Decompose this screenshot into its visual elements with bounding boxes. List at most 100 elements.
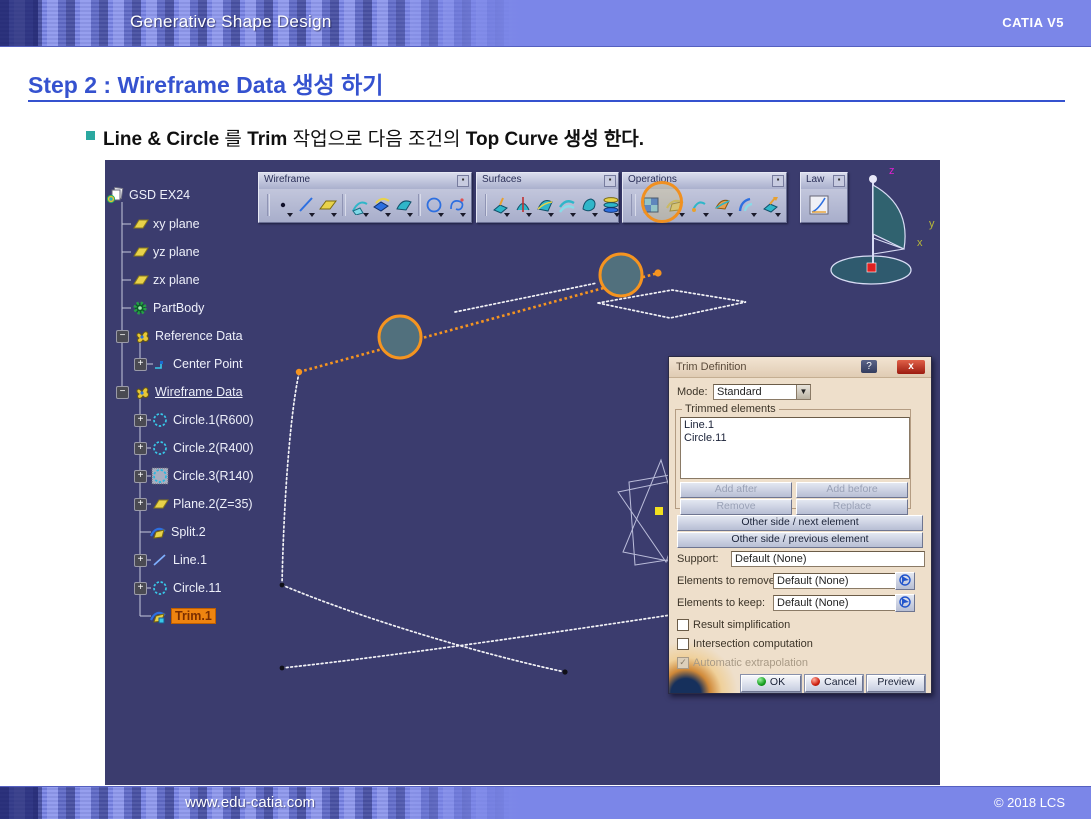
tree-item-partbody[interactable]: PartBody [131,299,204,317]
result-simplification-checkbox[interactable] [677,619,689,631]
tree-label: Wireframe Data [155,385,243,399]
cancel-button[interactable]: Cancel [805,675,863,692]
remove-button[interactable]: Remove [680,499,792,515]
reflect-line-icon[interactable] [394,192,414,218]
tree-label-selected: Trim.1 [171,608,216,624]
chevron-down-icon[interactable]: ▼ [796,385,810,399]
tree-item-split2[interactable]: Split.2 [149,523,206,541]
toolbar-grip[interactable] [485,194,487,216]
viewport-3d[interactable]: z y x GSD EX24 xy plane yz plane zx p [105,160,940,785]
bullet-square-icon [86,131,95,140]
collapse-expander[interactable]: − [116,330,129,343]
tree-item-root[interactable]: GSD EX24 [107,186,190,204]
other-side-previous-button[interactable]: Other side / previous element [677,532,923,548]
toolbar-close-icon[interactable]: ▪ [604,175,616,187]
tree-item-trim1[interactable]: Trim.1 [149,607,216,625]
tree-item-center-point[interactable]: + Center Point [134,355,242,373]
translate-icon[interactable] [760,192,782,218]
cancel-ball-icon [811,677,820,686]
expand-expander[interactable]: + [134,414,147,427]
extrude-icon[interactable] [491,192,511,218]
add-after-button[interactable]: Add after [680,482,792,498]
replace-button[interactable]: Replace [796,499,908,515]
elements-to-remove-field[interactable]: Default (None) [773,573,897,589]
help-button[interactable]: ? [861,360,877,373]
expand-expander[interactable]: + [134,554,147,567]
fill-icon[interactable] [579,192,599,218]
tree-item-wireframe-data[interactable]: − Wireframe Data [116,383,243,401]
compass-y-label: y [929,218,935,230]
revolve-icon[interactable] [513,192,533,218]
projection-curve-icon[interactable] [350,192,370,218]
other-side-next-button[interactable]: Other side / next element [677,515,923,531]
tree-item-zx-plane[interactable]: zx plane [131,271,200,289]
dialog-titlebar[interactable]: Trim Definition ? x [669,357,931,378]
preview-button[interactable]: Preview [867,675,925,692]
tree-label: Split.2 [171,525,206,539]
toolbar-close-icon[interactable]: ▪ [772,175,784,187]
trimmed-elements-list[interactable]: Line.1 Circle.11 [680,417,910,479]
spiral-icon[interactable] [447,192,467,218]
toolbar-grip[interactable] [631,194,636,216]
trim-icon[interactable] [664,192,686,218]
tree-item-xy-plane[interactable]: xy plane [131,215,200,233]
expand-expander[interactable]: + [134,582,147,595]
point-icon[interactable] [274,192,294,218]
toolbar-law[interactable]: Law ▪ [800,172,848,223]
toolbar-operations[interactable]: Operations ▪ [622,172,787,223]
tree-item-circle11[interactable]: + Circle.11 [134,579,221,597]
tree-label: Circle.3(R140) [173,469,254,483]
tree-item-line1[interactable]: + Line.1 [134,551,207,569]
multi-section-icon[interactable] [601,192,621,218]
extract-icon[interactable] [712,192,734,218]
expand-expander[interactable]: + [134,358,147,371]
split-icon [149,523,167,541]
tree-item-circle3[interactable]: + Circle.3(R140) [134,467,254,485]
toolbar-wireframe[interactable]: Wireframe ▪ [258,172,472,223]
tree-item-plane2[interactable]: + Plane.2(Z=35) [134,495,253,513]
automatic-extrapolation-checkbox[interactable]: ✓ [677,657,689,669]
elements-to-keep-field[interactable]: Default (None) [773,595,897,611]
support-field[interactable]: Default (None) [731,551,925,567]
mode-select[interactable]: Standard ▼ [713,384,811,400]
tree-label: Circle.2(R400) [173,441,254,455]
bullet-text: Line & Circle 를 Trim 작업으로 다음 조건의 Top Cur… [103,124,1003,151]
element-picker-button[interactable] [895,594,915,612]
list-item[interactable]: Line.1 [681,418,909,431]
toolbar-close-icon[interactable]: ▪ [457,175,469,187]
collapse-expander[interactable]: − [116,386,129,399]
ok-button[interactable]: OK [741,675,801,692]
combine-curve-icon[interactable] [372,192,392,218]
line-icon[interactable] [296,192,316,218]
join-icon[interactable] [640,192,662,218]
offset-icon[interactable] [557,192,577,218]
circle-icon[interactable] [425,192,445,218]
right-lens-curve [598,290,746,318]
compass-z-label: z [889,165,895,177]
fillet-icon[interactable] [736,192,758,218]
tree-item-reference-data[interactable]: − Reference Data [116,327,243,345]
tree-item-circle2[interactable]: + Circle.2(R400) [134,439,254,457]
expand-expander[interactable]: + [134,470,147,483]
element-picker-button[interactable] [895,572,915,590]
toolbar-surfaces[interactable]: Surfaces ▪ [476,172,619,223]
expand-expander[interactable]: + [134,442,147,455]
plane-icon[interactable] [318,192,338,218]
close-button[interactable]: x [897,360,925,374]
toolbar-grip[interactable] [267,194,270,216]
elements-to-remove-label: Elements to remove: [677,575,778,587]
footer-band: www.edu-catia.com © 2018 LCS [0,786,1091,819]
intersection-computation-checkbox[interactable] [677,638,689,650]
list-item[interactable]: Circle.11 [681,431,909,444]
toolbar-close-icon[interactable]: ▪ [833,175,845,187]
add-before-button[interactable]: Add before [796,482,908,498]
law-icon[interactable] [807,192,831,218]
tree-item-circle1[interactable]: + Circle.1(R600) [134,411,254,429]
trimmed-elements-group: Trimmed elements Line.1 Circle.11 Add af… [675,403,911,509]
expand-expander[interactable]: + [134,498,147,511]
boundary-icon[interactable] [688,192,710,218]
footer-site: www.edu-catia.com [185,794,315,811]
trim-definition-dialog[interactable]: Trim Definition ? x Mode: Standard ▼ Tri… [668,356,932,694]
sweep-icon[interactable] [535,192,555,218]
tree-item-yz-plane[interactable]: yz plane [131,243,200,261]
